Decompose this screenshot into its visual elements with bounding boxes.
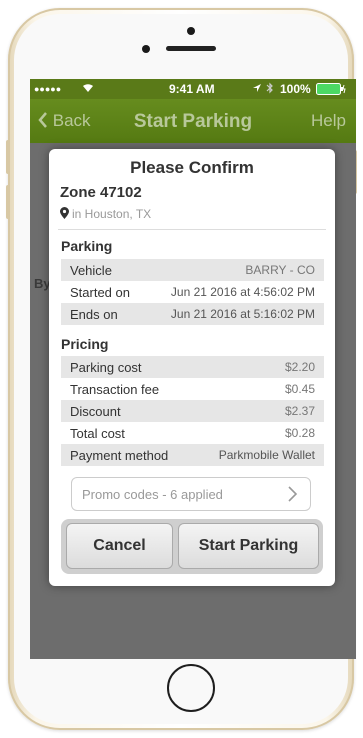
pricing-row-payment-method: Payment method Parkmobile Wallet [61,444,324,466]
location-arrow-icon [252,82,262,96]
pricing-row-discount: Discount $2.37 [61,400,324,422]
row-label: Started on [70,285,130,300]
parking-heading: Parking [61,238,113,254]
row-label: Parking cost [70,360,142,375]
proximity-sensor [187,27,195,35]
status-bar: ●●●●● 9:41 AM 100% [30,79,356,99]
pricing-heading: Pricing [61,336,109,352]
location-text: in Houston, TX [72,207,152,221]
row-value: Jun 21 2016 at 5:16:02 PM [170,307,315,321]
divider [58,229,326,230]
status-time: 9:41 AM [169,82,215,96]
row-value: $2.20 [284,360,315,374]
promo-codes-button[interactable]: Promo codes - 6 applied [71,477,311,511]
zone-label: Zone 47102 [60,184,142,201]
chevron-right-icon [288,486,298,502]
signal-strength: ●●●●● [34,84,62,94]
start-parking-button[interactable]: Start Parking [178,523,319,569]
row-value: $0.45 [284,382,315,396]
dialog-title: Please Confirm [130,158,254,177]
row-label: Payment method [70,448,169,463]
row-value: Jun 21 2016 at 4:56:02 PM [170,285,315,299]
map-pin-icon [60,207,69,219]
parking-row-ends: Ends on Jun 21 2016 at 5:16:02 PM [61,303,324,325]
front-camera [142,45,150,53]
help-button[interactable]: Help [311,111,346,131]
row-label: Transaction fee [70,382,160,397]
pricing-row-transaction-fee: Transaction fee $0.45 [61,378,324,400]
pricing-row-total-cost: Total cost $0.28 [61,422,324,444]
row-value: $0.28 [284,426,315,440]
row-label: Discount [70,404,121,419]
volume-up-button [6,140,10,174]
promo-codes-label: Promo codes - 6 applied [82,487,223,502]
row-value: BARRY - CO [245,263,315,277]
parking-row-vehicle: Vehicle BARRY - CO [61,259,324,281]
volume-down-button [6,185,10,219]
home-button[interactable] [167,664,215,712]
confirm-dialog: Please Confirm Zone 47102 in Houston, TX… [49,149,335,586]
row-label: Vehicle [70,263,112,278]
row-label: Ends on [70,307,118,322]
wifi-icon [82,82,94,96]
nav-title: Start Parking [133,111,253,132]
cancel-button[interactable]: Cancel [66,523,173,569]
dialog-actions: Cancel Start Parking [61,519,323,574]
bluetooth-icon [266,82,274,97]
row-value: Parkmobile Wallet [218,448,315,462]
earpiece-speaker [166,46,216,51]
pricing-row-parking-cost: Parking cost $2.20 [61,356,324,378]
battery-percent: 100% [280,82,311,96]
row-label: Total cost [70,426,125,441]
location-line: in Houston, TX [60,207,151,221]
row-value: $2.37 [284,404,315,418]
battery-icon [316,83,346,98]
parking-row-started: Started on Jun 21 2016 at 4:56:02 PM [61,281,324,303]
nav-bar: Back Start Parking Help [30,99,356,143]
